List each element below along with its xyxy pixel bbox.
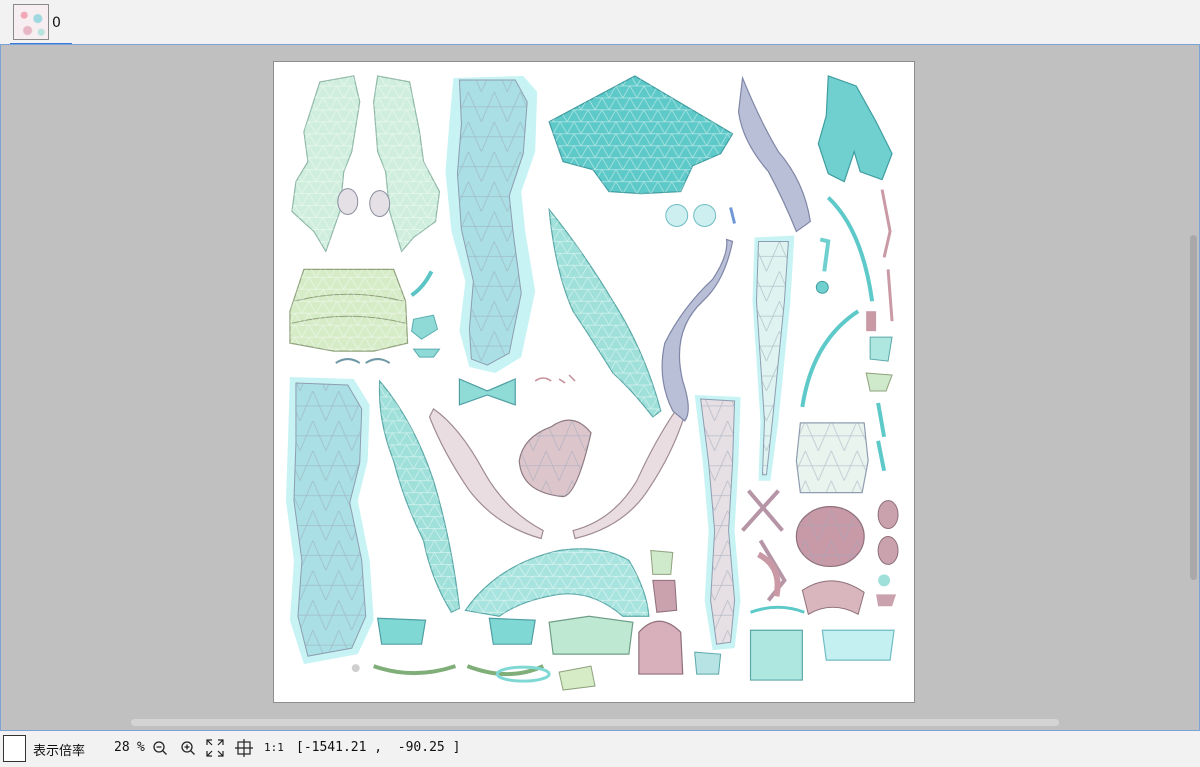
uv-island-arm-right [572,408,686,540]
zoom-out-icon[interactable] [150,738,170,758]
zoom-value[interactable]: 28 [114,740,130,755]
uv-island-body-top [445,75,538,374]
uv-island-body-bottom [285,377,374,665]
texture-thumbnail [13,4,49,40]
uv-island-hair-2 [661,238,734,422]
uv-island-hair-1 [737,75,811,233]
uv-island-sleeve-right [373,75,441,253]
texture-canvas[interactable] [273,61,915,703]
color-swatch[interactable] [3,735,26,762]
vertical-scrollbar[interactable] [1190,235,1197,580]
uv-island-cape [464,548,650,617]
document-tabbar: 0 [0,0,1200,46]
uv-island-panty [795,506,865,568]
uv-texture-atlas [285,75,899,691]
zoom-in-icon[interactable] [178,738,198,758]
tab-label: 0 [52,15,61,31]
uv-island-collar [817,75,893,183]
uv-island-corset [795,422,869,494]
uv-island-cuff-left [376,617,427,645]
uv-island-bow [458,378,516,406]
statusbar: 表示倍率 28 % 1:1 [-1541.21 , -90.25 ] [0,731,1200,767]
uv-island-feather-1 [548,207,662,418]
uv-island-face [518,419,592,498]
uv-island-skirt [289,268,409,352]
uv-island-sleeve-left [291,75,361,253]
uv-island-hat [548,75,734,195]
zoom-unit: % [137,740,145,755]
fit-screen-icon[interactable] [205,738,225,758]
uv-island-cuff-right [488,617,536,645]
horizontal-scrollbar[interactable] [131,719,1059,726]
uv-island-lace [821,629,895,661]
uv-island-leg-left [694,394,741,651]
cursor-coordinates: [-1541.21 , -90.25 ] [296,740,461,755]
uv-island-leg-right [752,235,795,481]
tab-0[interactable]: 0 [10,3,72,46]
uv-island-glove [548,615,634,655]
uv-island-top-frill [749,629,803,681]
canvas-viewport[interactable] [0,44,1200,731]
uv-island-hair-bangs [638,620,684,675]
uv-island-feather-2 [378,379,461,614]
actual-size-button[interactable]: 1:1 [264,741,284,754]
zoom-label: 表示倍率 [33,744,86,759]
crosshair-icon[interactable] [234,738,254,758]
